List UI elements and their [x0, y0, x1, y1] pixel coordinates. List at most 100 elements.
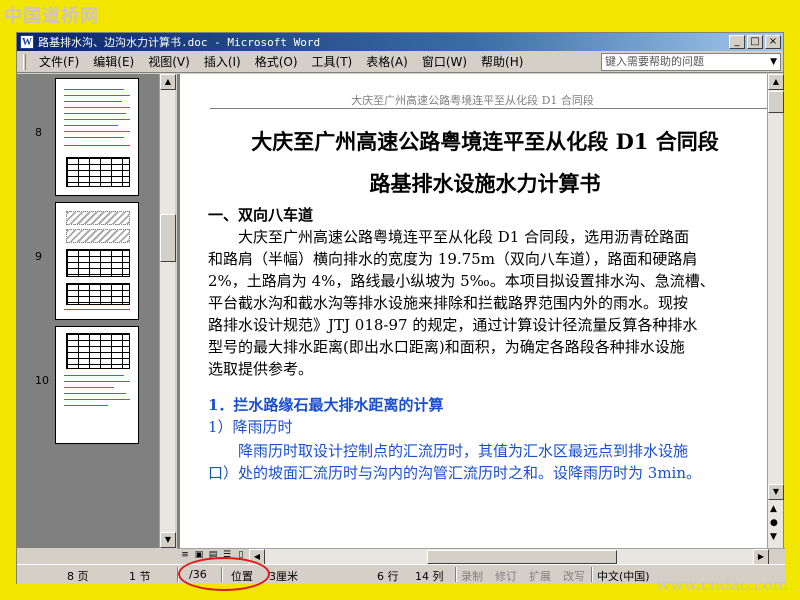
thumb-table — [66, 249, 130, 277]
scroll-down-icon[interactable]: ▼ — [768, 484, 784, 500]
highlight-ellipse — [178, 557, 270, 591]
thumbnail-scrollbar[interactable]: ▲ ▼ — [159, 74, 176, 548]
document-vertical-scrollbar[interactable]: ▲ ▼ ▲ ● ▼ — [767, 74, 784, 548]
thumb-text-line — [64, 375, 124, 376]
status-rec[interactable]: 录制 — [461, 568, 483, 584]
thumbnail-page-9[interactable] — [55, 202, 139, 320]
thumb-text-line — [64, 405, 108, 406]
thumb-drawing — [66, 211, 130, 225]
subheading: 1．拦水路缘石最大排水距离的计算 — [208, 396, 444, 414]
status-page: 8 页 — [67, 570, 89, 583]
scroll-up-icon[interactable]: ▲ — [160, 74, 176, 90]
horizontal-bar: ≡ ▣ ▤ ☰ ▯ ◀ ▶ — [177, 548, 785, 565]
menu-format[interactable]: 格式(O) — [248, 51, 305, 72]
help-search-placeholder: 键入需要帮助的问题 — [605, 54, 704, 68]
thumbnail-page-8[interactable] — [55, 78, 139, 196]
title-bar[interactable]: W 路基排水沟、边沟水力计算书.doc - Microsoft Word _ □… — [17, 33, 783, 51]
menu-table[interactable]: 表格(A) — [359, 51, 415, 72]
menu-window[interactable]: 窗口(W) — [415, 51, 474, 72]
thumb-text-line — [64, 95, 130, 96]
paragraph-line: 平台截水沟和截水沟等排水设施来排除和拦截路界范围内外的雨水。现按 — [208, 294, 689, 312]
horizontal-scrollbar[interactable]: ◀ ▶ — [249, 549, 769, 565]
watermark-url: www.cndao.com — [656, 575, 788, 594]
paragraph-line: 路排水设计规范》JTJ 018-97 的规定，通过计算设计径流量反算各种排水 — [208, 316, 698, 334]
normal-view-icon[interactable]: ≡ — [179, 550, 191, 563]
document-area[interactable]: 大庆至广州高速公路粤境连平至从化段 D1 合同段 大庆至广州高速公路粤境连平至从… — [177, 74, 769, 548]
status-divider — [455, 567, 457, 582]
status-language[interactable]: 中文(中国) — [597, 568, 650, 584]
thumbnail-scroll-thumb[interactable] — [160, 214, 176, 262]
thumbnail-pane: 8 9 10 ▲ ▼ — [17, 74, 176, 548]
minimize-button[interactable]: _ — [729, 35, 745, 49]
thumb-table — [66, 283, 130, 305]
help-search-input[interactable]: 键入需要帮助的问题 ▼ — [601, 52, 781, 71]
status-trk[interactable]: 修订 — [495, 568, 517, 584]
horizontal-scroll-thumb[interactable] — [427, 550, 617, 564]
paragraph-line: 型号的最大排水距离(即出水口距离)和面积，为确定各路段各种排水设施 — [208, 338, 685, 356]
thumb-text-line — [64, 381, 130, 382]
thumb-text-line — [64, 399, 130, 400]
previous-page-icon[interactable]: ▲ — [770, 504, 777, 514]
menu-grip-handle[interactable] — [23, 53, 26, 70]
document-page[interactable]: 大庆至广州高速公路粤境连平至从化段 D1 合同段 大庆至广州高速公路粤境连平至从… — [180, 74, 769, 548]
scroll-right-icon[interactable]: ▶ — [753, 549, 769, 565]
thumb-text-line — [64, 119, 130, 120]
thumb-text-line — [64, 107, 130, 108]
paragraph-line-blue: 口）处的坡面汇流历时与沟内的沟管汇流历时之和。设降雨历时为 3min。 — [208, 464, 701, 482]
thumb-red-line — [64, 145, 130, 146]
menu-insert[interactable]: 插入(I) — [197, 51, 248, 72]
thumb-text-line — [64, 131, 130, 132]
thumb-text-line — [64, 113, 126, 114]
thumb-text-line — [64, 393, 126, 394]
menu-edit[interactable]: 编辑(E) — [86, 51, 141, 72]
status-at: 3厘米 — [269, 570, 298, 583]
thumbnail-number: 8 — [35, 126, 42, 139]
thumb-text-line — [64, 125, 118, 126]
menu-tools[interactable]: 工具(T) — [305, 51, 360, 72]
paragraph-line: 2%，土路肩为 4%，路线最小纵坡为 5‰。本项目拟设置排水沟、急流槽、 — [208, 272, 715, 290]
document-title-line2: 路基排水设施水力计算书 — [369, 171, 601, 196]
document-scroll-thumb[interactable] — [768, 91, 784, 113]
thumb-text-line — [64, 101, 122, 102]
watermark-logo: 中国道桥网 — [4, 6, 99, 27]
scroll-up-icon[interactable]: ▲ — [768, 74, 784, 90]
thumbnail-page-10[interactable] — [55, 326, 139, 444]
next-page-icon[interactable]: ▼ — [770, 532, 777, 542]
thumb-red-line — [64, 309, 130, 310]
menu-bar: 文件(F) 编辑(E) 视图(V) 插入(I) 格式(O) 工具(T) 表格(A… — [17, 51, 783, 73]
menu-file[interactable]: 文件(F) — [32, 51, 86, 72]
thumb-text-line — [64, 137, 124, 138]
thumb-text-line — [64, 89, 124, 90]
status-column: 14 列 — [415, 570, 444, 583]
paragraph-line: 大庆至广州高速公路粤境连平至从化段 D1 合同段，选用沥青砼路面 — [208, 228, 690, 246]
status-ovr[interactable]: 改写 — [563, 568, 585, 584]
running-header: 大庆至广州高速公路粤境连平至从化段 D1 合同段 — [351, 94, 594, 107]
thumb-drawing — [66, 229, 130, 243]
thumb-text-line — [64, 387, 114, 388]
word-window: W 路基排水沟、边沟水力计算书.doc - Microsoft Word _ □… — [16, 32, 785, 584]
paragraph-line-blue: 降雨历时取设计控制点的汇流历时，其值为汇水区最远点到排水设施 — [208, 442, 689, 460]
menu-help[interactable]: 帮助(H) — [474, 51, 530, 72]
status-ext[interactable]: 扩展 — [529, 568, 551, 584]
thumbnail-number: 9 — [35, 250, 42, 263]
header-rule — [210, 108, 769, 109]
status-line: 6 行 — [377, 570, 399, 583]
chevron-down-icon[interactable]: ▼ — [770, 54, 777, 70]
status-divider — [591, 567, 593, 582]
window-controls: _ □ × — [729, 35, 783, 49]
menu-view[interactable]: 视图(V) — [141, 51, 197, 72]
thumb-table — [66, 157, 130, 187]
scroll-down-icon[interactable]: ▼ — [160, 532, 176, 548]
document-title-line1: 大庆至广州高速公路粤境连平至从化段 D1 合同段 — [251, 129, 719, 154]
window-title: 路基排水沟、边沟水力计算书.doc - Microsoft Word — [38, 36, 321, 49]
paragraph-line: 和路肩（半幅）横向排水的宽度为 19.75m（双向八车道），路面和硬路肩 — [208, 250, 698, 268]
select-browse-object-icon[interactable]: ● — [770, 518, 778, 528]
maximize-button[interactable]: □ — [747, 35, 763, 49]
thumbnail-number: 10 — [35, 374, 49, 387]
status-section: 1 节 — [129, 570, 151, 583]
paragraph-line: 选取提供参考。 — [208, 360, 314, 378]
subheading: 1）降雨历时 — [208, 418, 293, 436]
word-app-icon[interactable]: W — [20, 35, 34, 49]
section-heading: 一、双向八车道 — [208, 206, 314, 224]
close-button[interactable]: × — [765, 35, 781, 49]
